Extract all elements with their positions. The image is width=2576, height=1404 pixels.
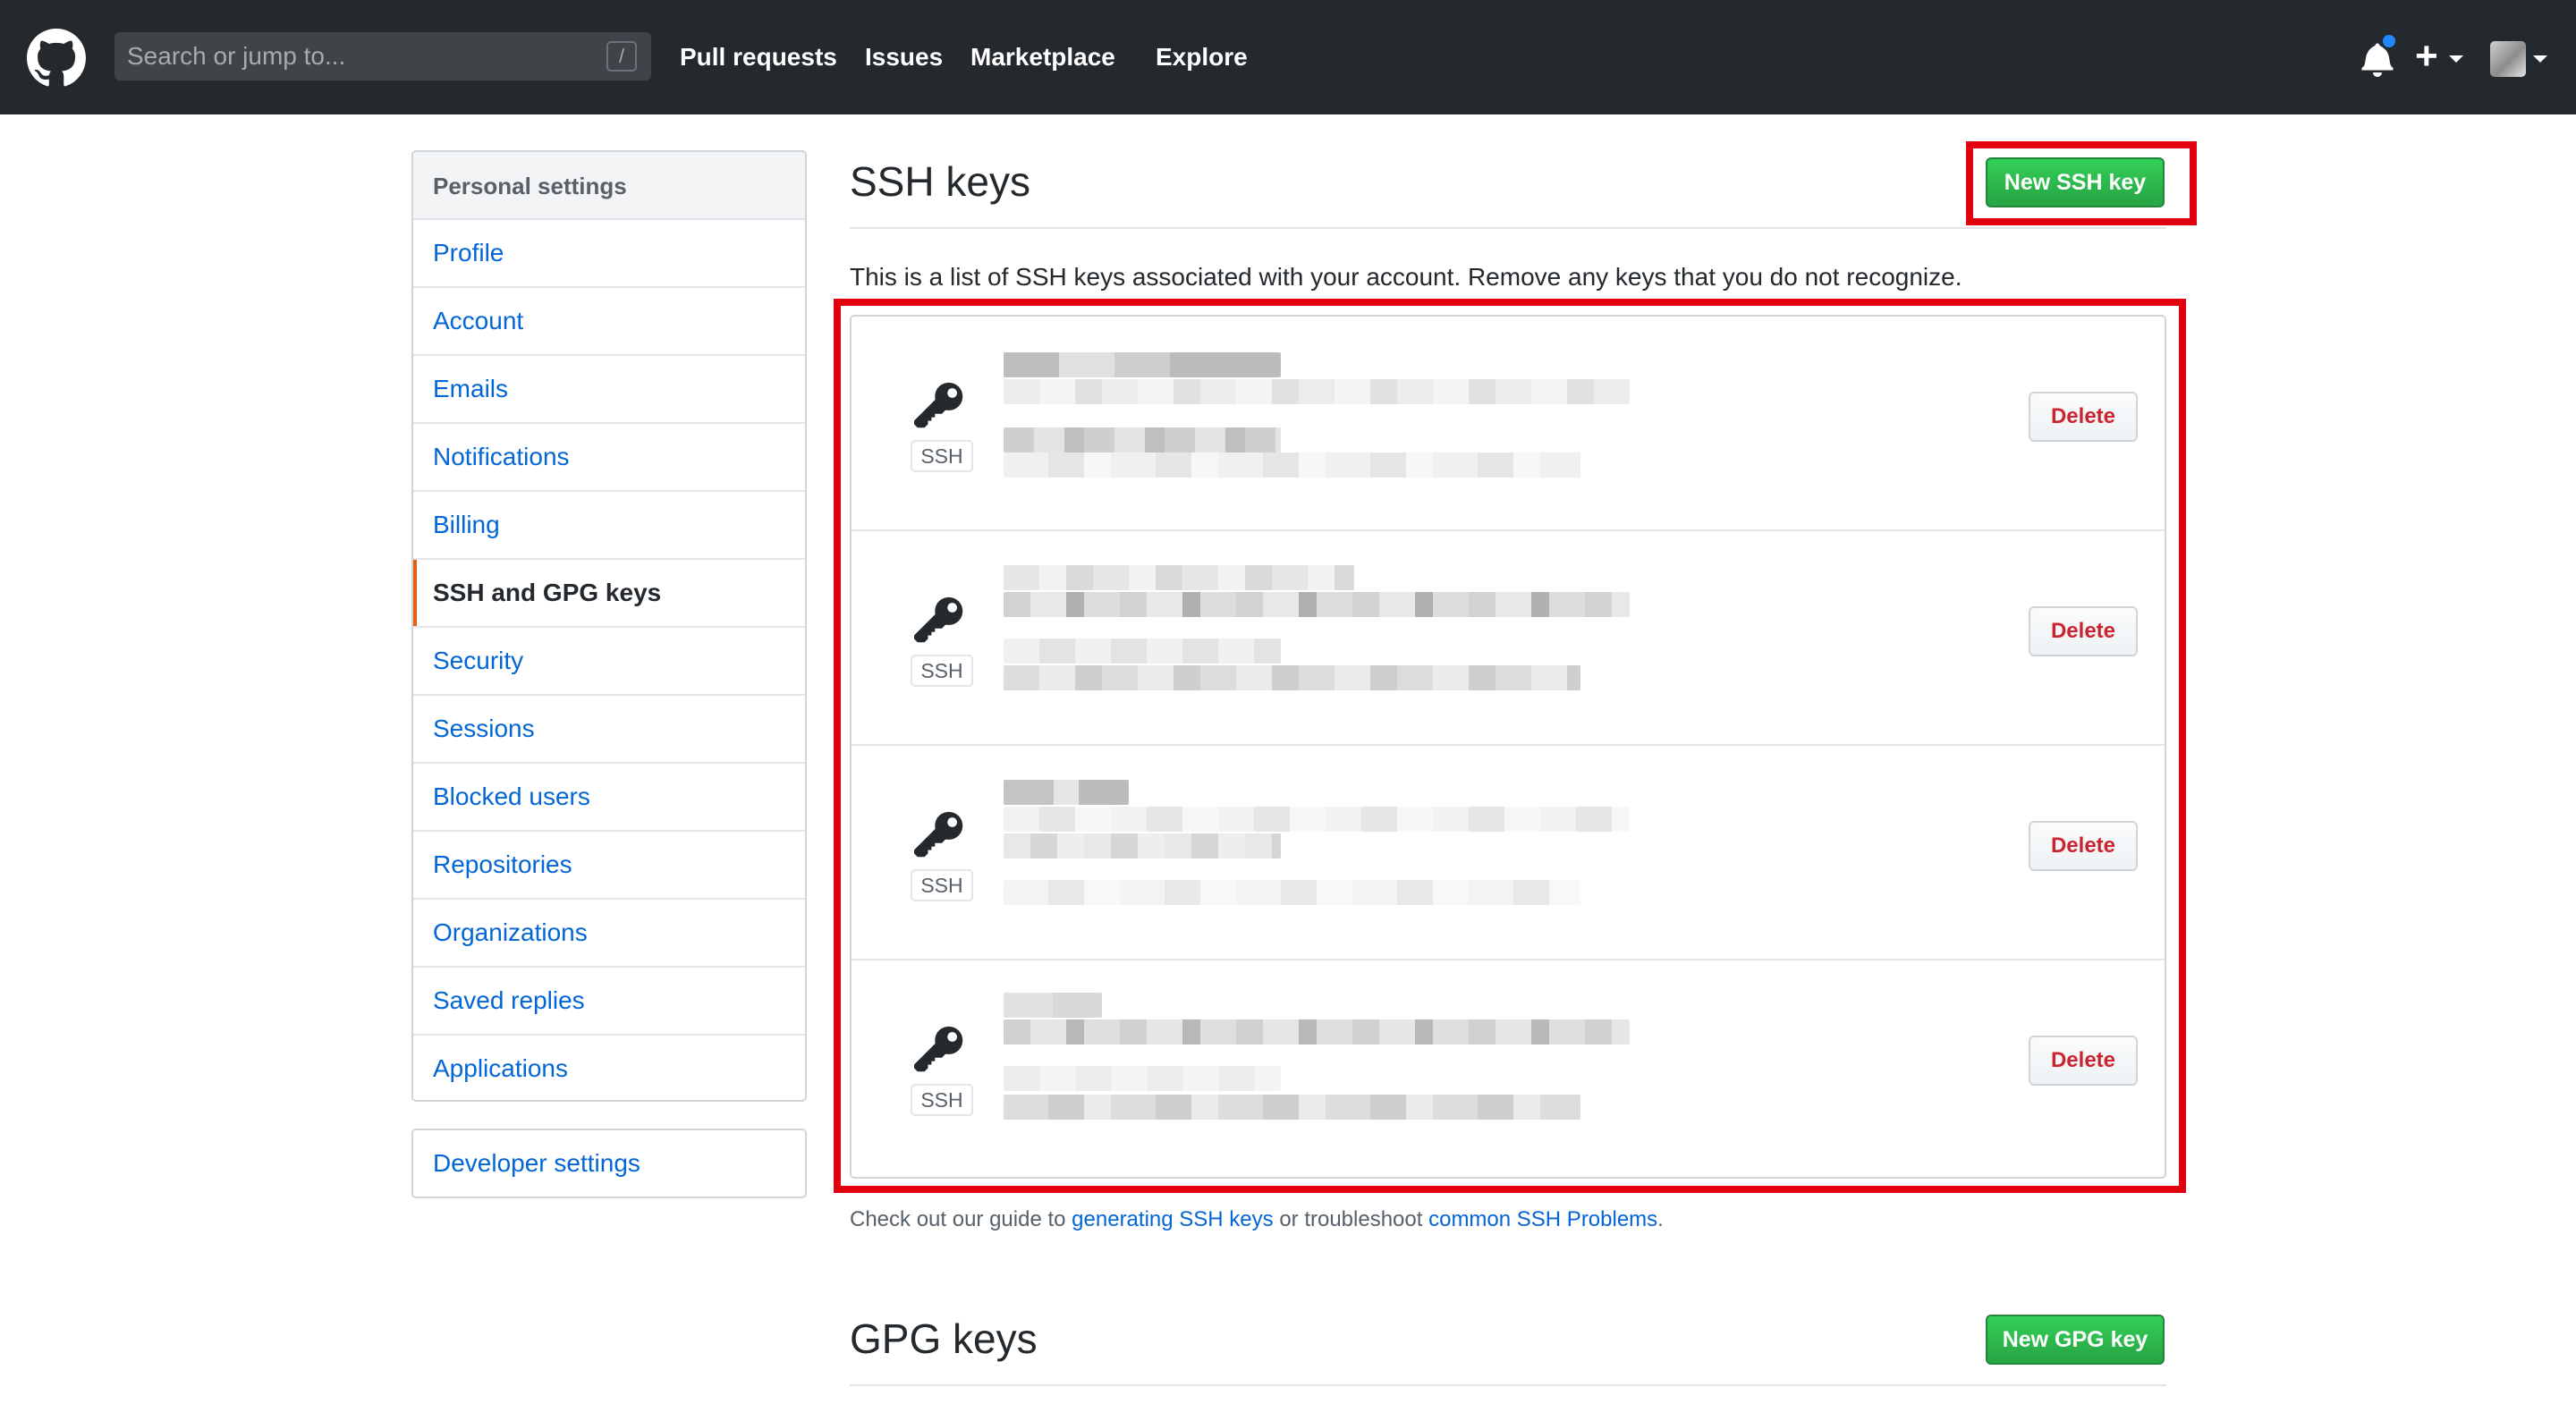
nav-issues[interactable]: Issues (865, 41, 943, 73)
nav-marketplace[interactable]: Marketplace (970, 41, 1115, 73)
guide-prefix: Check out our guide to (850, 1207, 1066, 1231)
settings-sidebar: Personal settings Profile Account Emails… (411, 150, 807, 1102)
search-input[interactable] (127, 32, 592, 80)
sidebar-item-organizations[interactable]: Organizations (413, 900, 805, 968)
create-new-plus-icon[interactable]: + (2415, 34, 2438, 79)
common-ssh-problems-link[interactable]: common SSH Problems (1428, 1207, 1657, 1231)
gpg-keys-title: GPG keys (850, 1315, 1038, 1362)
nav-pull-requests[interactable]: Pull requests (680, 41, 837, 73)
sidebar-item-repositories[interactable]: Repositories (413, 832, 805, 900)
sidebar-item-security[interactable]: Security (413, 628, 805, 696)
ssh-title-divider (850, 227, 2166, 229)
highlight-ssh-keys-list (834, 299, 2186, 1193)
sidebar-item-ssh-gpg-keys[interactable]: SSH and GPG keys (413, 560, 805, 628)
sidebar-item-applications[interactable]: Applications (413, 1036, 805, 1100)
sidebar-item-sessions[interactable]: Sessions (413, 696, 805, 764)
sidebar-heading: Personal settings (413, 152, 805, 220)
create-new-caret-icon[interactable] (2449, 55, 2463, 63)
sidebar-item-emails[interactable]: Emails (413, 356, 805, 424)
sidebar-item-saved-replies[interactable]: Saved replies (413, 968, 805, 1036)
guide-suffix: . (1657, 1207, 1664, 1231)
top-navbar: / Pull requests Issues Marketplace Explo… (0, 0, 2576, 114)
sidebar-item-developer-settings[interactable]: Developer settings (411, 1129, 807, 1198)
github-logo-icon[interactable] (27, 29, 86, 88)
generating-ssh-keys-link[interactable]: generating SSH keys (1072, 1207, 1273, 1231)
ssh-keys-intro: This is a list of SSH keys associated wi… (850, 263, 1962, 291)
new-gpg-key-button[interactable]: New GPG key (1986, 1315, 2165, 1365)
sidebar-item-blocked-users[interactable]: Blocked users (413, 764, 805, 832)
sidebar-item-billing[interactable]: Billing (413, 492, 805, 560)
ssh-keys-title: SSH keys (850, 158, 1030, 205)
user-avatar[interactable] (2490, 41, 2526, 77)
ssh-guide-text: Check out our guide to generating SSH ke… (850, 1207, 1664, 1232)
sidebar-item-profile[interactable]: Profile (413, 220, 805, 288)
sidebar-item-account[interactable]: Account (413, 288, 805, 356)
gpg-title-divider (850, 1384, 2166, 1386)
search-box[interactable]: / (114, 32, 651, 80)
user-menu-caret-icon[interactable] (2533, 55, 2547, 63)
highlight-new-ssh-key (1966, 141, 2197, 225)
nav-explore[interactable]: Explore (1156, 41, 1248, 73)
guide-middle: or troubleshoot (1279, 1207, 1423, 1231)
unread-notification-dot (2380, 32, 2398, 50)
sidebar-item-notifications[interactable]: Notifications (413, 424, 805, 492)
slash-shortcut-hint: / (606, 41, 637, 72)
